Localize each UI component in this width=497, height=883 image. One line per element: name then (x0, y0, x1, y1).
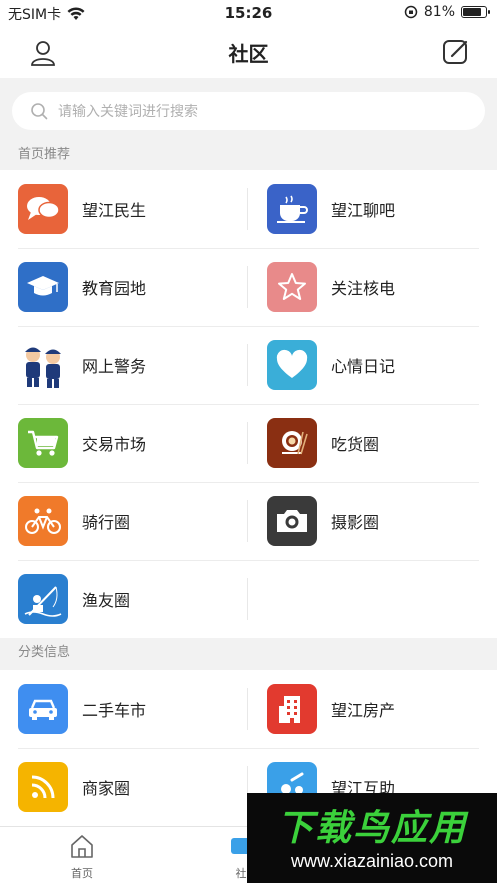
cart-icon (18, 418, 68, 468)
grid-item-label: 商家圈 (82, 779, 131, 798)
grid-item-label: 关注核电 (331, 279, 396, 298)
watermark-overlay: 下载鸟应用 www.xiazainiao.com (247, 793, 497, 883)
grid-item-label: 教育园地 (82, 279, 147, 298)
grid-item-chat-bubbles[interactable]: 望江民生 (0, 170, 248, 248)
page-title: 社区 (228, 42, 269, 66)
bicycle-icon (18, 496, 68, 546)
recommend-grid: 望江民生 望江聊吧教育园地 关注核电网上警务 心情日记交易市场 吃货圈骑行圈 摄影圈渔友圈 (0, 170, 497, 638)
grid-item-label: 渔友圈 (82, 591, 131, 610)
tab-home[interactable]: 首页 (42, 833, 122, 881)
compose-icon (443, 40, 468, 64)
grid-item-car[interactable]: 二手车市 (0, 670, 248, 748)
grid-item-cart[interactable]: 交易市场 (0, 404, 248, 482)
search-icon (31, 103, 48, 120)
grid-item-police[interactable]: 网上警务 (0, 326, 248, 404)
grid-item-graduation-cap[interactable]: 教育园地 (0, 248, 248, 326)
search-input[interactable]: 请输入关键词进行搜索 (12, 92, 485, 130)
grid-item-dish[interactable]: 吃货圈 (248, 404, 496, 482)
grid-row: 教育园地 关注核电 (0, 248, 497, 326)
grid-item-label: 骑行圈 (82, 513, 131, 532)
nav-bar: 社区 (0, 26, 497, 78)
dish-icon (267, 418, 317, 468)
home-icon (71, 835, 93, 858)
star-icon (267, 262, 317, 312)
grid-item-empty (248, 560, 496, 638)
grid-item-label: 网上警务 (82, 357, 147, 376)
grid-item-label: 摄影圈 (331, 513, 380, 532)
section-title-classified: 分类信息 (0, 640, 497, 670)
grid-item-heart[interactable]: 心情日记 (248, 326, 496, 404)
search-placeholder: 请输入关键词进行搜索 (58, 104, 198, 120)
police-icon (18, 340, 68, 390)
grid-item-label: 吃货圈 (331, 435, 380, 454)
battery-percent: 81% (423, 4, 455, 20)
grid-item-star[interactable]: 关注核电 (248, 248, 496, 326)
coffee-cup-icon (267, 184, 317, 234)
search-area: 请输入关键词进行搜索 (0, 78, 497, 142)
building-icon (267, 684, 317, 734)
chat-bubbles-icon (18, 184, 68, 234)
grid-row: 二手车市 望江房产 (0, 670, 497, 748)
status-bar: 无SIM卡 15:26 81% (0, 0, 497, 26)
watermark-url: www.xiazainiao.com (290, 851, 454, 871)
compose-button[interactable] (441, 37, 471, 67)
grid-item-bicycle[interactable]: 骑行圈 (0, 482, 248, 560)
camera-icon (267, 496, 317, 546)
graduation-cap-icon (18, 262, 68, 312)
grid-item-label: 交易市场 (82, 435, 147, 454)
rss-icon (18, 762, 68, 812)
battery-group: 81% (404, 4, 490, 20)
grid-row: 骑行圈 摄影圈 (0, 482, 497, 560)
grid-item-label: 二手车市 (82, 701, 147, 720)
grid-item-building[interactable]: 望江房产 (248, 670, 496, 748)
grid-row: 望江民生 望江聊吧 (0, 170, 497, 248)
grid-row: 渔友圈 (0, 560, 497, 638)
tab-home-label: 首页 (71, 867, 93, 880)
grid-item-camera[interactable]: 摄影圈 (248, 482, 496, 560)
grid-row: 网上警务 心情日记 (0, 326, 497, 404)
car-icon (18, 684, 68, 734)
heart-icon (267, 340, 317, 390)
watermark-title: 下载鸟应用 (276, 808, 467, 849)
grid-item-label: 心情日记 (331, 357, 396, 376)
fishing-icon (18, 574, 68, 624)
grid-row: 交易市场 吃货圈 (0, 404, 497, 482)
section-title-recommend: 首页推荐 (0, 142, 497, 172)
grid-item-fishing[interactable]: 渔友圈 (0, 560, 248, 638)
grid-item-coffee-cup[interactable]: 望江聊吧 (248, 170, 496, 248)
rotation-lock-icon (404, 5, 418, 19)
grid-item-label: 望江房产 (331, 701, 396, 720)
grid-item-label: 望江聊吧 (331, 201, 396, 220)
grid-item-rss[interactable]: 商家圈 (0, 748, 248, 826)
grid-item-label: 望江民生 (82, 201, 147, 220)
battery-icon (461, 6, 490, 18)
